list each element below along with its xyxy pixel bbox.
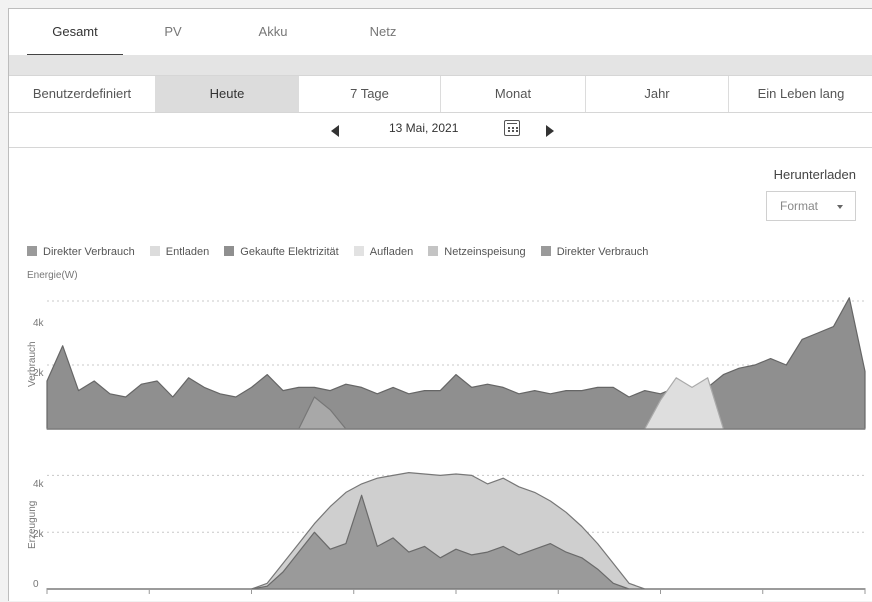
series-area (46, 297, 866, 430)
energy-charts (46, 297, 866, 594)
app-frame: Gesamt PV Akku Netz Benutzerdefiniert He… (8, 8, 872, 601)
